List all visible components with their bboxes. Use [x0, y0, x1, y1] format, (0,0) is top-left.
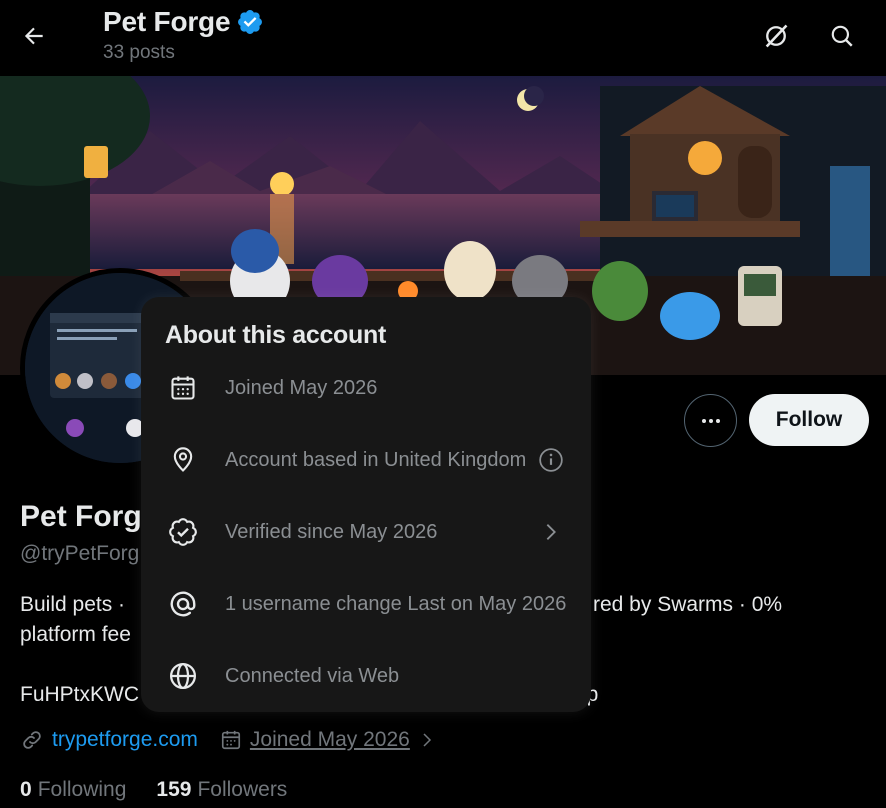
- at-sign-icon: [167, 588, 199, 620]
- calendar-icon: [221, 730, 240, 750]
- follow-button[interactable]: Follow: [749, 394, 869, 446]
- verified-badge-icon: [167, 516, 199, 548]
- chevron-right-icon: [536, 517, 566, 547]
- about-joined-text: Joined May 2026: [225, 376, 378, 399]
- info-icon[interactable]: [536, 445, 566, 475]
- bio-line-1-end: red by Swarms · 0%: [593, 593, 783, 616]
- about-joined-row: Joined May 2026: [141, 352, 591, 424]
- following-label: Following: [37, 778, 127, 801]
- joined-date[interactable]: Joined May 2026: [220, 728, 436, 752]
- about-verified-row[interactable]: Verified since May 2026: [141, 496, 591, 568]
- profile-handle: @tryPetForg: [20, 542, 140, 565]
- popover-title: About this account: [165, 321, 386, 349]
- search-button[interactable]: [822, 16, 862, 56]
- verified-badge-icon: [236, 8, 264, 36]
- about-username-text: 1 username change Last on May 2026: [225, 592, 567, 615]
- back-button[interactable]: [14, 16, 54, 56]
- website-text: trypetforge.com: [52, 728, 198, 751]
- website-link[interactable]: trypetforge.com: [20, 728, 198, 752]
- followers-link[interactable]: 159 Followers: [156, 778, 287, 802]
- link-icon: [23, 731, 41, 749]
- following-count: 0: [20, 778, 32, 801]
- followers-count: 159: [156, 778, 192, 801]
- more-options-button[interactable]: [684, 394, 737, 447]
- grok-button[interactable]: [756, 16, 796, 56]
- calendar-icon: [167, 372, 199, 404]
- about-account-popover: About this account Joined May 2026 Accou…: [141, 297, 591, 712]
- followers-label: Followers: [197, 778, 288, 801]
- header-title-block: Pet Forge 33 posts: [103, 6, 264, 64]
- follow-stats: 0 Following 159 Followers: [20, 778, 287, 802]
- search-icon: [831, 25, 853, 47]
- following-link[interactable]: 0 Following: [20, 778, 126, 802]
- about-verified-text: Verified since May 2026: [225, 520, 438, 543]
- header-title: Pet Forge: [103, 6, 231, 37]
- about-connected-text: Connected via Web: [225, 664, 400, 687]
- arrow-left-icon: [24, 27, 43, 45]
- profile-meta: trypetforge.com Joined May 2026: [20, 728, 436, 752]
- about-location-row: Account based in United Kingdom: [141, 424, 591, 496]
- location-pin-icon: [167, 444, 199, 476]
- profile-name: Pet Forg: [20, 500, 142, 533]
- grok-icon: [765, 24, 788, 48]
- profile-header: Pet Forge 33 posts: [0, 0, 886, 76]
- about-username-row: 1 username change Last on May 2026: [141, 568, 591, 640]
- globe-icon: [167, 660, 199, 692]
- about-location-text: Account based in United Kingdom: [225, 448, 527, 471]
- chevron-right-icon: [423, 733, 431, 747]
- more-horizontal-icon: [701, 418, 720, 423]
- post-count: 33 posts: [103, 42, 175, 63]
- about-connected-row: Connected via Web: [141, 640, 591, 712]
- joined-text: Joined May 2026: [249, 728, 410, 751]
